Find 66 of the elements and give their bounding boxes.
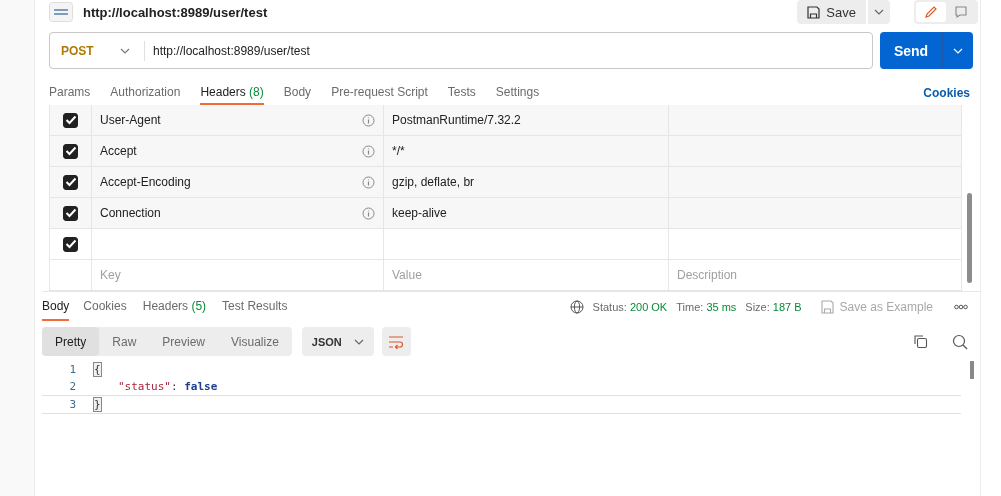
view-mode-tab[interactable]: Pretty: [42, 327, 100, 356]
header-key: User-Agent: [100, 113, 161, 127]
line-number: 3: [68, 398, 76, 411]
code-punctuation: :: [171, 380, 179, 393]
checkbox[interactable]: [63, 205, 78, 221]
line-number: 1: [68, 363, 76, 376]
view-mode-tab[interactable]: Raw: [99, 327, 150, 356]
response-stat: Size: 187 B: [745, 301, 802, 313]
code-brace: }: [94, 398, 101, 411]
view-mode-tab[interactable]: Visualize: [218, 327, 292, 356]
header-value: gzip, deflate, br: [392, 175, 475, 189]
request-tab[interactable]: Settings: [487, 81, 548, 105]
response-tab[interactable]: Cookies: [77, 293, 133, 321]
caret-icon: [953, 47, 963, 54]
checkbox[interactable]: [63, 143, 78, 159]
request-title: http://localhost:8989/user/test: [83, 4, 268, 20]
cookies-link[interactable]: Cookies: [923, 86, 970, 100]
caret-icon: [120, 47, 130, 54]
header-value: PostmanRuntime/7.32.2: [392, 113, 521, 127]
scrollbar-thumb[interactable]: [967, 193, 972, 283]
caret-icon: [353, 338, 364, 345]
save-icon: [820, 300, 834, 314]
save-icon: [807, 5, 821, 19]
edit-button[interactable]: [916, 2, 946, 22]
info-icon[interactable]: [362, 113, 375, 127]
url-field[interactable]: POST http://localhost:8989/user/test: [49, 32, 873, 69]
response-tab[interactable]: Headers (5): [136, 293, 213, 321]
search-icon[interactable]: [952, 333, 968, 350]
format-dropdown[interactable]: JSON: [301, 327, 374, 356]
request-tab[interactable]: Body: [275, 81, 320, 105]
code-value: false: [184, 380, 218, 393]
response-tab[interactable]: Test Results: [216, 293, 294, 321]
response-tab[interactable]: Body: [42, 293, 70, 321]
globe-icon[interactable]: [569, 300, 584, 314]
header-key: Accept: [100, 144, 137, 158]
pencil-icon: [924, 5, 938, 19]
checkbox[interactable]: [63, 112, 78, 128]
scrollbar-thumb[interactable]: [970, 361, 974, 379]
request-tab[interactable]: Params: [49, 81, 99, 105]
header-key: Connection: [100, 206, 161, 220]
wrap-button[interactable]: [381, 327, 411, 356]
response-stat: Status: 200 OK: [592, 301, 668, 313]
checkbox[interactable]: [63, 236, 78, 252]
request-tab[interactable]: Authorization: [102, 81, 189, 105]
send-dropdown[interactable]: [942, 32, 973, 69]
save-button[interactable]: Save: [797, 0, 866, 24]
code-brace: {: [94, 363, 101, 376]
info-icon[interactable]: [362, 206, 375, 220]
wrap-icon: [388, 334, 405, 349]
request-tab[interactable]: Tests: [439, 81, 484, 105]
response-stat: Time: 35 ms: [676, 301, 737, 313]
request-tab[interactable]: Pre-request Script: [323, 81, 436, 105]
code-key: "status": [118, 380, 171, 393]
view-mode-tab[interactable]: Preview: [149, 327, 219, 356]
comment-icon: [954, 5, 968, 19]
send-button[interactable]: Send: [880, 32, 942, 69]
info-icon[interactable]: [362, 144, 375, 158]
line-number: 2: [68, 380, 76, 393]
header-key: Accept-Encoding: [100, 175, 191, 189]
copy-icon[interactable]: [913, 334, 928, 349]
caret-icon: [874, 9, 884, 15]
more-icon[interactable]: [954, 304, 968, 310]
info-icon[interactable]: [362, 175, 375, 189]
header-value: keep-alive: [392, 206, 447, 220]
header-value: */*: [392, 144, 405, 158]
checkbox[interactable]: [63, 174, 78, 190]
